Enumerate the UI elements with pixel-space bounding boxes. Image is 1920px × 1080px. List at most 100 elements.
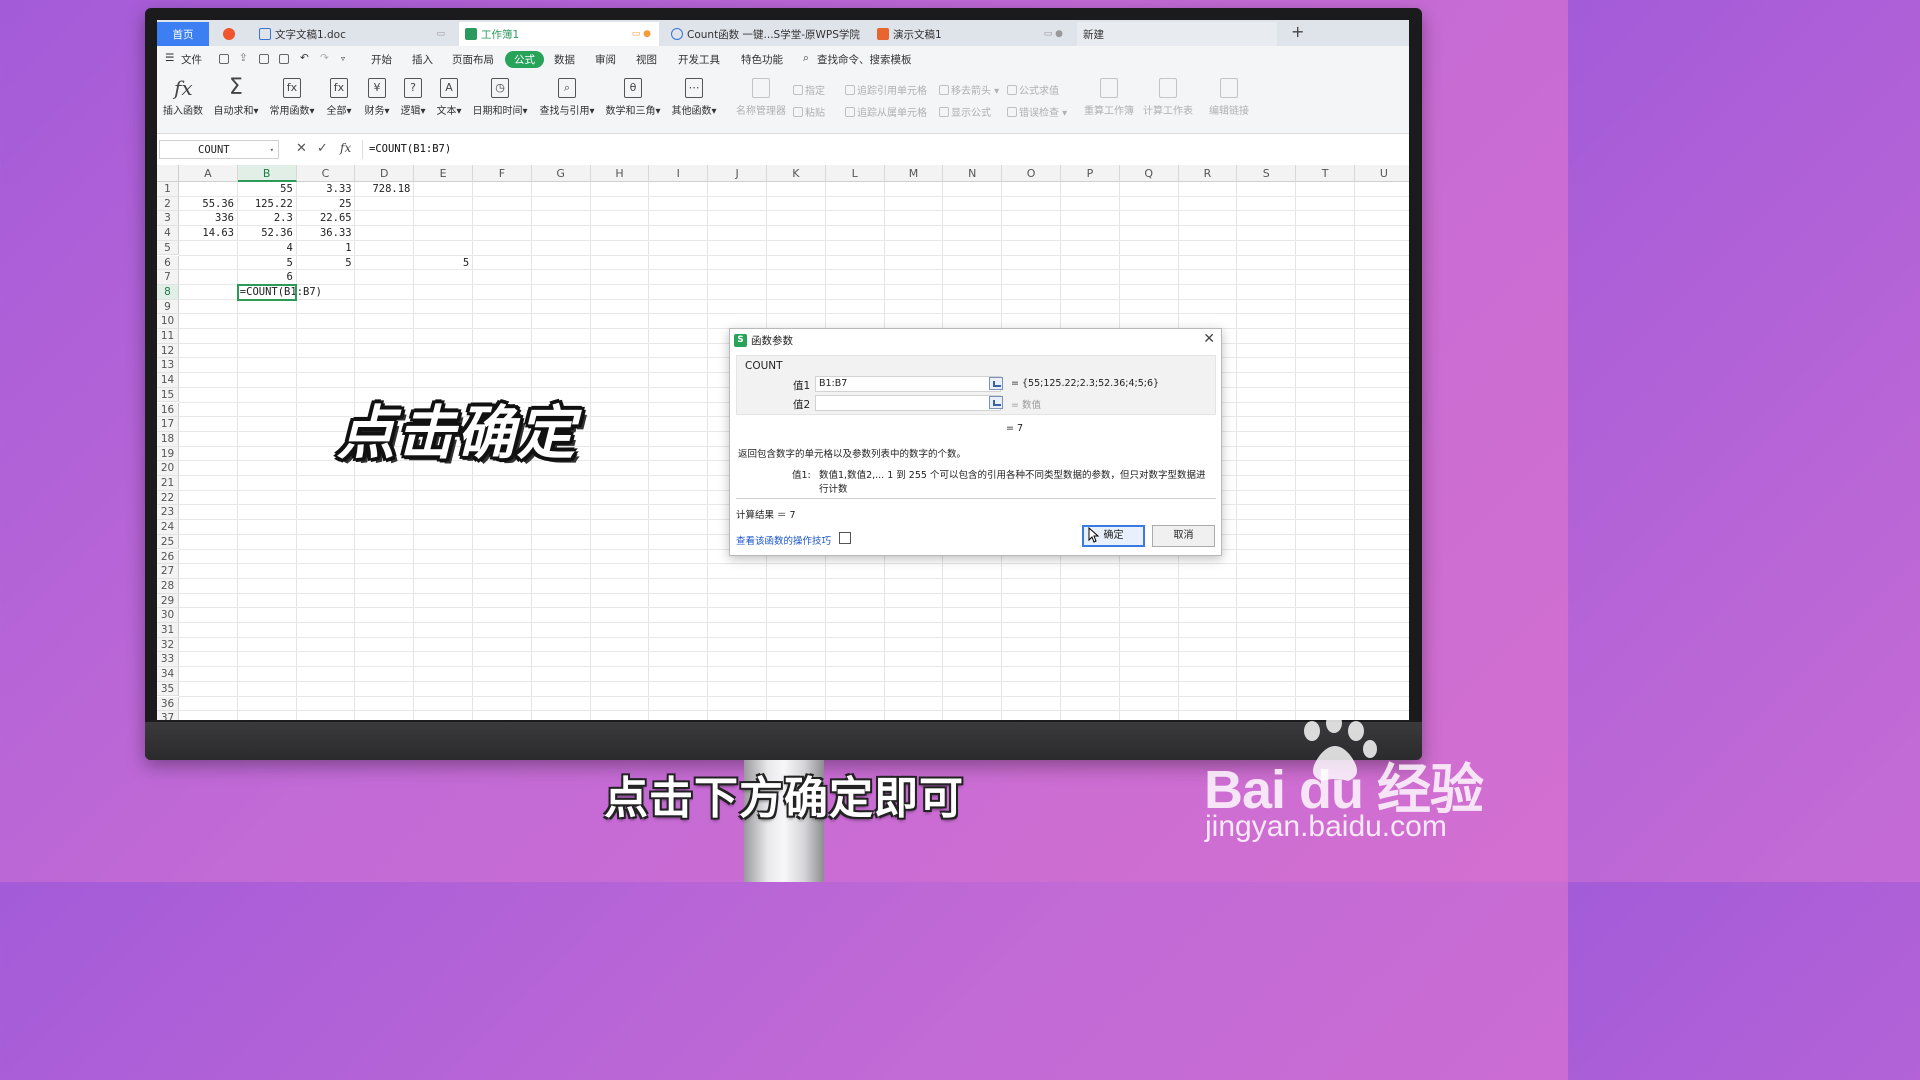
column-header-a[interactable]: A: [179, 165, 238, 182]
cell-b7[interactable]: 6: [238, 270, 296, 285]
column-header-g[interactable]: G: [531, 165, 591, 182]
unsaved-dot-icon[interactable]: ▭ ●: [632, 29, 651, 39]
row-header-12[interactable]: 12: [157, 343, 179, 359]
row-header-7[interactable]: 7: [157, 270, 179, 285]
row-header-23[interactable]: 23: [157, 505, 179, 521]
cell-e6[interactable]: 5: [414, 256, 472, 271]
monitor-icon[interactable]: ▭: [436, 29, 445, 39]
row-header-32[interactable]: 32: [157, 637, 179, 653]
print-icon[interactable]: [259, 54, 269, 64]
row-header-6[interactable]: 6: [157, 255, 179, 271]
row-header-4[interactable]: 4: [157, 226, 179, 241]
column-header-h[interactable]: H: [590, 165, 650, 182]
row-header-18[interactable]: 18: [157, 431, 179, 447]
specify-button[interactable]: 指定: [793, 82, 825, 97]
cell-b2[interactable]: 125.22: [238, 197, 296, 212]
cell-b3[interactable]: 2.3: [238, 211, 296, 226]
add-tab-icon[interactable]: +: [1291, 22, 1304, 41]
row-header-19[interactable]: 19: [157, 446, 179, 462]
cell-c1[interactable]: 3.33: [297, 182, 355, 197]
row-header-28[interactable]: 28: [157, 578, 179, 594]
column-header-i[interactable]: I: [649, 165, 709, 182]
column-header-t[interactable]: T: [1296, 165, 1355, 182]
menu-view[interactable]: 视图: [636, 52, 657, 67]
range-picker-icon[interactable]: [989, 377, 1003, 390]
row-header-8[interactable]: 8: [157, 284, 179, 300]
row-header-5[interactable]: 5: [157, 240, 179, 256]
redo-icon[interactable]: ↷: [320, 52, 329, 64]
math-trig-button[interactable]: θ 数学和三角▾: [603, 78, 663, 117]
select-all-corner[interactable]: [157, 165, 179, 182]
column-header-n[interactable]: N: [943, 165, 1003, 182]
row-header-2[interactable]: 2: [157, 196, 179, 212]
column-header-l[interactable]: L: [825, 165, 885, 182]
tab-home[interactable]: 首页: [157, 22, 209, 46]
row-header-13[interactable]: 13: [157, 358, 179, 374]
cell-d1[interactable]: 728.18: [355, 182, 413, 197]
tab-web[interactable]: Count函数 一键...S学堂-原WPS学院: [665, 22, 865, 46]
row-header-17[interactable]: 17: [157, 417, 179, 432]
menu-data[interactable]: 数据: [554, 52, 575, 67]
fx-icon[interactable]: fx: [340, 141, 351, 155]
datetime-button[interactable]: ◷ 日期和时间▾: [469, 78, 531, 117]
cancel-icon[interactable]: ✕: [296, 141, 307, 156]
error-check-button[interactable]: 错误检查 ▾: [1007, 104, 1067, 119]
column-header-c[interactable]: C: [296, 165, 356, 182]
video-icon[interactable]: [839, 532, 851, 544]
tab-workbook[interactable]: 工作簿1 ▭ ●: [459, 22, 659, 46]
column-header-e[interactable]: E: [414, 165, 473, 182]
row-header-11[interactable]: 11: [157, 329, 179, 344]
cell-b4[interactable]: 52.36: [238, 226, 296, 241]
cell-c2[interactable]: 25: [297, 197, 355, 212]
row-header-24[interactable]: 24: [157, 520, 179, 535]
save-icon[interactable]: [219, 54, 229, 64]
row-header-37[interactable]: 37: [157, 711, 179, 720]
menu-file[interactable]: 文件: [181, 52, 202, 67]
formula-input[interactable]: =COUNT(B1:B7): [362, 140, 1407, 159]
logical-button[interactable]: ? 逻辑▾: [397, 78, 429, 117]
financial-button[interactable]: ¥ 财务▾: [361, 78, 393, 117]
arg1-input[interactable]: B1:B7: [815, 376, 1001, 392]
column-header-b[interactable]: B: [237, 165, 297, 182]
row-header-15[interactable]: 15: [157, 387, 179, 403]
share-icon[interactable]: ⇪: [239, 52, 248, 64]
close-icon[interactable]: ✕: [1203, 331, 1215, 347]
row-header-30[interactable]: 30: [157, 608, 179, 623]
cell-c6[interactable]: 5: [297, 256, 355, 271]
row-header-22[interactable]: 22: [157, 490, 179, 506]
remove-arrows-button[interactable]: 移去箭头 ▾: [939, 82, 999, 97]
tab-presentation[interactable]: 演示文稿1 ▭ ●: [871, 22, 1071, 46]
row-header-33[interactable]: 33: [157, 652, 179, 668]
row-header-36[interactable]: 36: [157, 696, 179, 712]
text-button[interactable]: A 文本▾: [433, 78, 465, 117]
other-functions-button[interactable]: ⋯ 其他函数▾: [669, 78, 719, 117]
column-header-o[interactable]: O: [1002, 165, 1061, 182]
column-header-s[interactable]: S: [1237, 165, 1297, 182]
cell-c5[interactable]: 1: [297, 241, 355, 256]
menu-review[interactable]: 审阅: [595, 52, 616, 67]
row-header-9[interactable]: 9: [157, 299, 179, 315]
menu-formulas[interactable]: 公式: [505, 51, 544, 68]
calc-sheet-button[interactable]: 计算工作表: [1141, 78, 1195, 117]
row-header-10[interactable]: 10: [157, 314, 179, 329]
row-header-27[interactable]: 27: [157, 564, 179, 579]
column-header-q[interactable]: Q: [1119, 165, 1179, 182]
cell-b1[interactable]: 55: [238, 182, 296, 197]
row-header-25[interactable]: 25: [157, 534, 179, 550]
menu-home[interactable]: 开始: [371, 52, 392, 67]
arg2-input[interactable]: [815, 395, 1001, 411]
row-header-20[interactable]: 20: [157, 461, 179, 476]
search-icon[interactable]: ⌕: [803, 52, 809, 65]
column-header-j[interactable]: J: [708, 165, 767, 182]
trace-precedents-button[interactable]: 追踪引用单元格: [845, 82, 927, 97]
column-header-r[interactable]: R: [1178, 165, 1238, 182]
help-link[interactable]: 查看该函数的操作技巧: [736, 533, 831, 547]
tab-wps[interactable]: [217, 22, 239, 46]
trace-dependents-button[interactable]: 追踪从属单元格: [845, 104, 927, 119]
row-header-35[interactable]: 35: [157, 681, 179, 697]
all-functions-button[interactable]: fx 全部▾: [323, 78, 355, 117]
hamburger-icon[interactable]: ☰: [165, 52, 174, 64]
menu-insert[interactable]: 插入: [412, 52, 433, 67]
row-header-26[interactable]: 26: [157, 549, 179, 565]
cell-a3[interactable]: 336: [179, 211, 237, 226]
